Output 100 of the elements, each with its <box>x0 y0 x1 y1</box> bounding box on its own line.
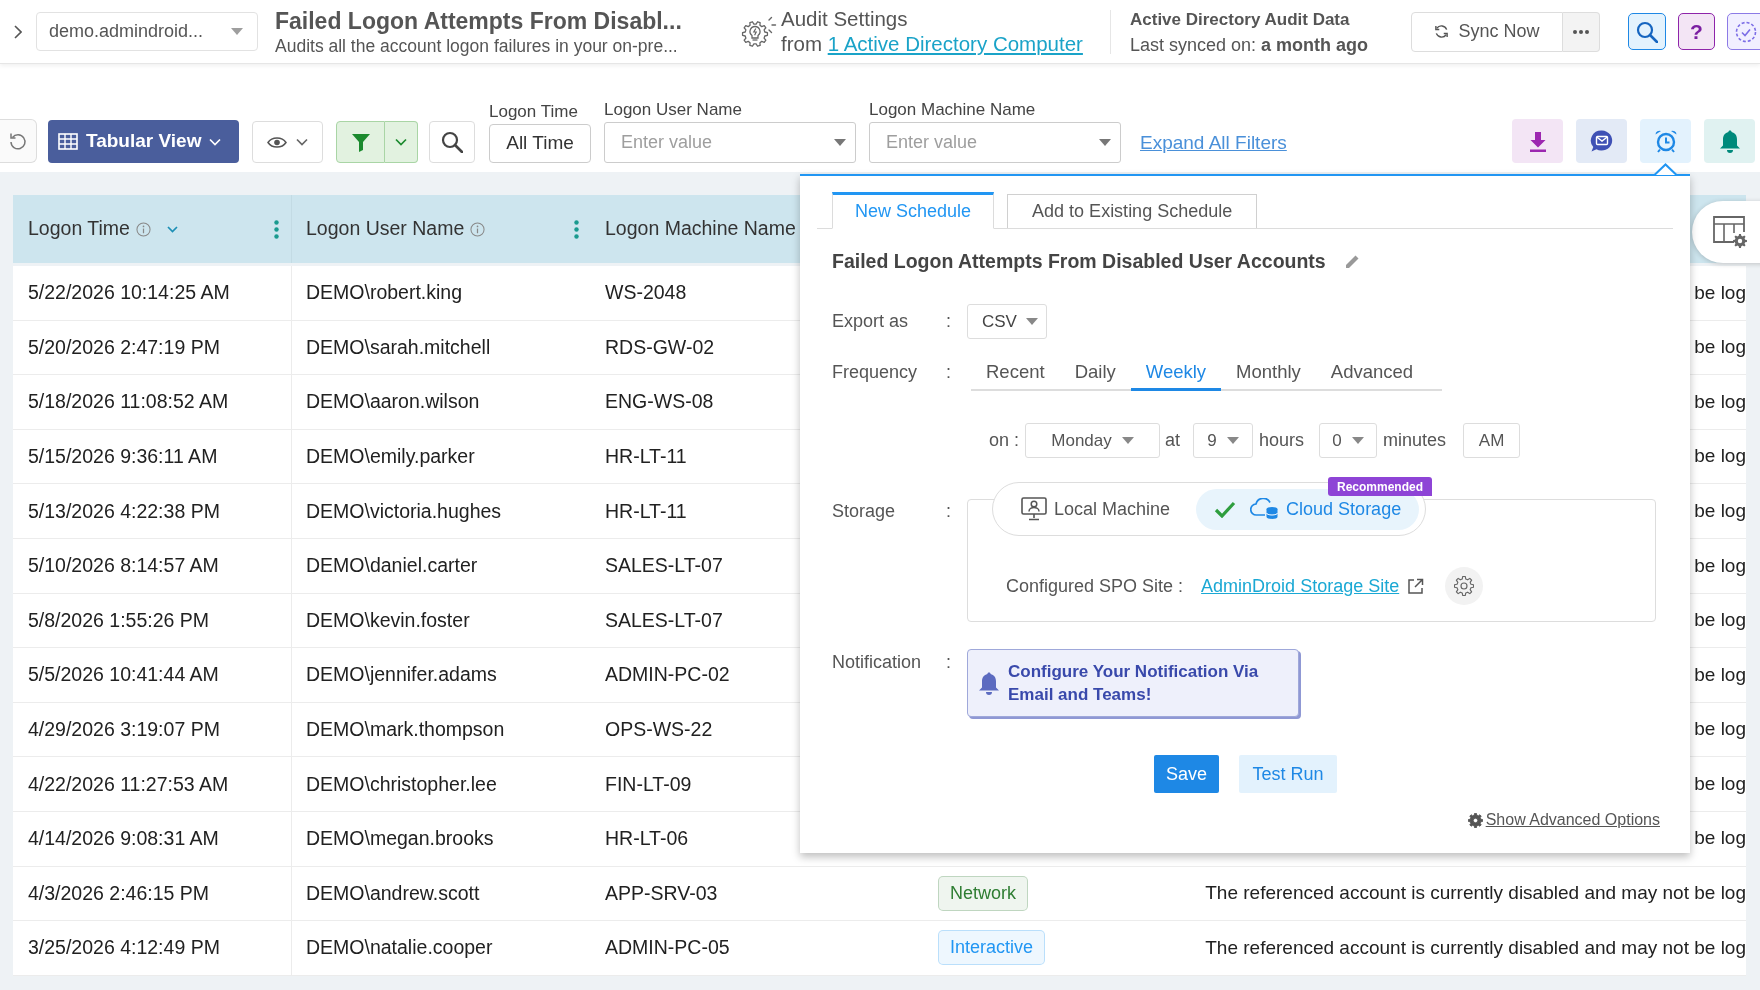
caret-down-icon <box>1226 437 1239 444</box>
frequency-tab[interactable]: Daily <box>1059 355 1131 391</box>
site-settings-button[interactable] <box>1445 567 1484 605</box>
table-cell-text: DEMO\emily.parker <box>306 443 475 469</box>
table-settings-icon <box>1712 215 1748 249</box>
kebab-menu-icon[interactable] <box>574 219 579 239</box>
table-cell-text: HR-LT-11 <box>605 443 687 469</box>
hour-dropdown[interactable]: 9 <box>1193 423 1254 458</box>
gear-lightbulb-icon[interactable] <box>741 15 777 48</box>
alarm-clock-icon <box>1653 129 1678 153</box>
table-cell-text: HR-LT-11 <box>605 498 687 524</box>
view-dropdown[interactable]: Tabular View <box>48 120 239 163</box>
external-link-icon[interactable] <box>1407 577 1425 595</box>
notification-button[interactable]: Configure Your Notification Via Email and Teams! <box>967 649 1299 717</box>
table-cell-text: The referenced account is currently disabled and may not be log <box>1205 935 1746 960</box>
monitor-user-icon <box>1021 497 1047 521</box>
caret-down-icon <box>1351 437 1364 444</box>
frequency-tab[interactable]: Advanced <box>1315 355 1429 391</box>
filter-field[interactable]: Enter value <box>869 122 1121 163</box>
table-cell-text: be log <box>1694 498 1746 523</box>
chevron-right-icon <box>14 24 22 39</box>
table-cell-text: be log <box>1694 717 1746 742</box>
eye-icon <box>267 135 287 149</box>
domain-dropdown[interactable]: demo.admindroid... <box>36 12 258 51</box>
audit-data-title: Active Directory Audit Data <box>1130 8 1351 31</box>
day-dropdown[interactable]: Monday <box>1025 423 1161 458</box>
table-cell-text: WS-2048 <box>605 280 687 306</box>
field-label: Frequency <box>832 362 918 382</box>
table-cell-text: be log <box>1694 335 1746 360</box>
caret-down-icon <box>834 139 846 146</box>
refresh-button[interactable] <box>0 119 37 163</box>
cloud-database-icon <box>1250 498 1280 520</box>
alerts-button[interactable] <box>1704 119 1755 163</box>
table-cell-text: 4/3/2026 2:46:15 PM <box>28 880 210 906</box>
frequency-tab[interactable]: Recent <box>971 355 1060 391</box>
export-format-dropdown[interactable]: CSV <box>967 304 1047 339</box>
table-cell-text: 5/22/2026 10:14:25 AM <box>28 280 230 306</box>
report-description: Audits all the account logon failures in your on-pre... <box>275 35 679 57</box>
chat-bubble-icon <box>1589 129 1614 153</box>
table-cell-text: 5/18/2026 11:08:52 AM <box>28 389 229 415</box>
last-synced-text: Last synced on: a month ago <box>1130 33 1370 56</box>
table-cell-text: APP-SRV-03 <box>605 880 718 906</box>
sync-button[interactable]: Sync Now <box>1411 11 1563 52</box>
field-label: hours <box>1259 429 1305 452</box>
more-button[interactable] <box>1563 11 1600 52</box>
table-cell-text: SALES-LT-07 <box>605 607 723 633</box>
table-cell-text: The referenced account is currently disabled and may not be log <box>1205 881 1746 906</box>
frequency-tab[interactable]: Monthly <box>1221 355 1316 391</box>
report-title: Failed Logon Attempts From Disabl... <box>275 6 683 35</box>
filter-button[interactable] <box>336 121 385 163</box>
advanced-options-link[interactable]: Show Advanced Options <box>1467 810 1660 830</box>
audit-source-text: from 1 Active Directory Computer <box>781 32 1084 56</box>
kebab-menu-icon[interactable] <box>274 219 279 239</box>
help-button[interactable]: ? <box>1678 13 1715 50</box>
table-cell-text: be log <box>1694 608 1746 633</box>
sort-chevron-icon[interactable] <box>166 225 178 233</box>
table-cell-text: be log <box>1694 444 1746 469</box>
table-cell-text: be log <box>1694 280 1746 305</box>
chat-button[interactable] <box>1576 119 1627 163</box>
table-cell-text: DEMO\daniel.carter <box>306 553 478 579</box>
label-separator: : <box>946 501 951 521</box>
audit-settings-title: Audit Settings <box>781 7 909 31</box>
caret-down-icon <box>231 28 243 35</box>
field-label: Export as <box>832 310 909 331</box>
table-cell-text: 3/25/2026 4:12:49 PM <box>28 935 220 961</box>
table-cell-text: DEMO\aaron.wilson <box>306 389 480 415</box>
table-cell-text: DEMO\victoria.hughes <box>306 498 502 524</box>
table-cell-text: DEMO\christopher.lee <box>306 771 497 797</box>
save-button[interactable]: Save <box>1154 755 1219 793</box>
minute-dropdown[interactable]: 0 <box>1319 423 1378 458</box>
label-separator: : <box>946 362 951 382</box>
table-cell-text: be log <box>1694 389 1746 414</box>
table-icon <box>58 133 78 150</box>
schedule-button[interactable] <box>1640 119 1691 163</box>
frequency-tab[interactable]: Weekly <box>1130 355 1222 391</box>
filter-field[interactable]: Enter value <box>604 122 856 163</box>
popup-tab[interactable]: Add to Existing Schedule <box>1007 194 1258 228</box>
schedule-title: Failed Logon Attempts From Disabled User Accounts <box>832 249 1326 275</box>
column-settings-button[interactable] <box>1692 201 1760 263</box>
visibility-dropdown[interactable] <box>252 121 323 163</box>
chevron-down-icon <box>209 137 222 146</box>
table-cell-text: DEMO\natalie.cooper <box>306 935 493 961</box>
field-label: minutes <box>1383 429 1447 452</box>
storage-option[interactable]: Local Machine <box>1003 488 1189 530</box>
table-cell-text: be log <box>1694 826 1746 851</box>
field-label: at <box>1165 429 1181 452</box>
check-circle-button[interactable] <box>1727 13 1760 50</box>
table-cell-text: 4/14/2026 9:08:31 AM <box>28 826 219 852</box>
caret-down-icon <box>1025 318 1038 325</box>
table-cell-text: DEMO\mark.thompson <box>306 716 505 742</box>
table-cell-text: ADMIN-PC-05 <box>605 935 730 961</box>
column-header[interactable]: Logon Time <box>28 214 130 244</box>
time-range-button[interactable]: All Time <box>489 124 591 163</box>
download-button[interactable] <box>1512 119 1563 163</box>
search-button[interactable] <box>1628 13 1666 50</box>
column-header[interactable]: Logon Machine Name <box>605 214 796 244</box>
period-button[interactable]: AM <box>1463 423 1521 458</box>
search-icon <box>441 131 463 153</box>
column-header[interactable]: Logon User Name <box>306 214 465 244</box>
pencil-icon[interactable] <box>1343 254 1360 270</box>
